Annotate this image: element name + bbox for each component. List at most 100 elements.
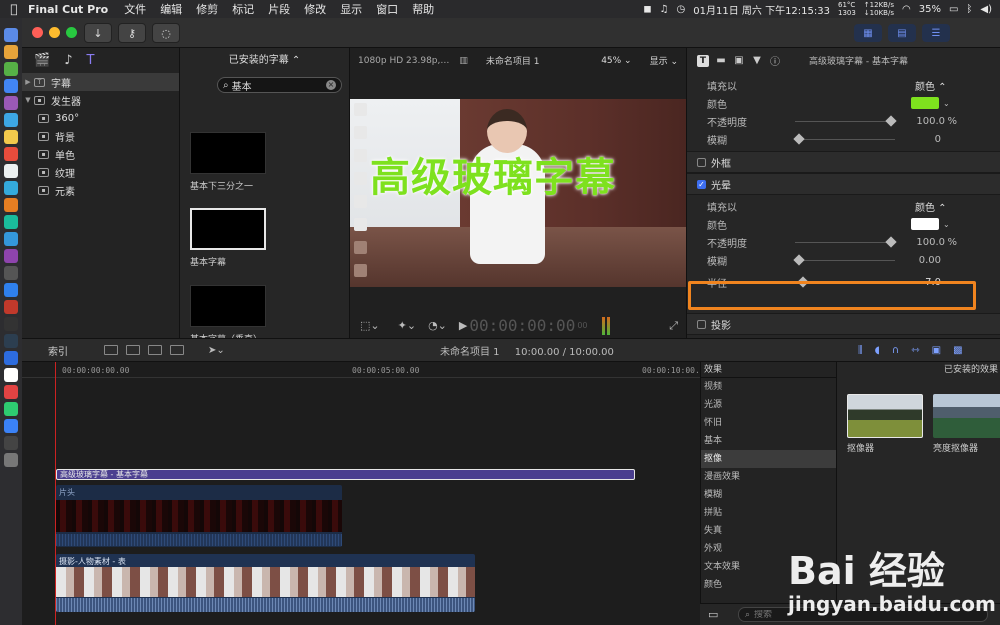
overwrite-icon[interactable] [170,345,184,355]
info-tab-icon[interactable]: ⓘ [769,55,781,68]
slider-knob[interactable] [793,253,805,266]
chrome-icon[interactable] [4,79,18,93]
glow-blur-slider[interactable] [793,253,895,266]
effects-category[interactable]: 怀旧 [701,414,836,432]
glow-section[interactable]: ✓ 光晕 [687,173,1000,195]
timecode[interactable]: 00:00:00:00 [469,316,575,335]
sidebar-item-backgrounds[interactable]: ▪ 背景 [22,127,179,145]
effects-tools-icon[interactable]: ✦⌄ [398,319,416,332]
finalcut-icon[interactable] [4,436,18,450]
face-opacity-value[interactable]: 100.0 [916,116,945,127]
import-button[interactable]: ↓ [84,23,112,43]
clear-search-icon[interactable]: × [326,80,336,90]
video-clip[interactable]: 摄影-人物素材 - 表 [56,554,475,612]
snapping-icon[interactable]: ⇿ [911,345,919,356]
slider-knob[interactable] [793,132,805,145]
headphones-icon[interactable]: ∩ [892,345,899,356]
reminders-icon[interactable] [4,164,18,178]
face-blur-value[interactable]: 0 [935,134,941,145]
title-thumb-basic[interactable] [190,208,266,250]
skimming-icon[interactable]: ⫼ [858,345,863,356]
chevron-down-icon[interactable]: ⌄ [943,220,950,229]
effects-category[interactable]: 漫画效果 [701,468,836,486]
title-thumb-basic-vertical[interactable] [190,285,266,327]
face-color-swatch[interactable] [911,97,939,109]
messages-icon[interactable] [4,181,18,195]
mail-icon[interactable] [4,113,18,127]
volume-icon[interactable]: ◀) [980,4,992,15]
display-menu[interactable]: 显示 ⌄ [650,54,678,67]
effects-category-selected[interactable]: 抠像 [701,450,836,468]
slider-knob[interactable] [885,235,897,248]
glow-checkbox[interactable]: ✓ [697,179,706,189]
shadow-checkbox[interactable] [697,319,706,329]
slider-knob[interactable] [885,114,897,127]
trash-icon[interactable] [4,453,18,467]
menu-help[interactable]: 帮助 [412,1,434,17]
minimize-button[interactable] [49,27,60,38]
zoom-menu[interactable]: 45% ⌄ [601,56,631,66]
shadow-section[interactable]: 投影 [687,313,1000,335]
menu-mark[interactable]: 标记 [232,1,254,17]
menu-window[interactable]: 窗口 [376,1,398,17]
wifi-icon[interactable]: ◠ [902,4,911,15]
menu-view[interactable]: 显示 [340,1,362,17]
glow-blur-value[interactable]: 0.00 [919,255,941,266]
chevron-down-icon[interactable]: ⌄ [943,99,950,108]
keywords-button[interactable]: ⚷ [118,23,146,43]
video-frame[interactable]: 高级玻璃字幕 [350,99,686,287]
menu-edit[interactable]: 编辑 [160,1,182,17]
search-input[interactable] [231,79,320,91]
battery-percent[interactable]: 35% [919,4,941,15]
dictionary-icon[interactable]: ◼ [643,4,651,15]
music-photo-icon[interactable]: ♪ [64,53,72,68]
apple-menu-icon[interactable]:  [0,2,28,16]
text-tab-icon[interactable]: T [697,54,709,67]
appstore-icon[interactable] [4,283,18,297]
background-tasks-button[interactable]: ◌ [152,23,180,43]
bluetooth-icon[interactable]: ᛒ [966,4,972,15]
menu-trim[interactable]: 修剪 [196,1,218,17]
overlay-title-text[interactable]: 高级玻璃字幕 [370,145,616,203]
clip-appearance-icon[interactable]: ▣ [932,345,941,356]
app-icon[interactable] [4,351,18,365]
insert-icon[interactable] [126,345,140,355]
library-toggle-button[interactable]: ▦ [854,24,882,42]
app-icon[interactable] [4,232,18,246]
effects-category[interactable]: 拼贴 [701,504,836,522]
play-icon[interactable]: ▶ [459,319,467,332]
podcasts-icon[interactable] [4,249,18,263]
playhead[interactable] [55,362,56,625]
app-icon[interactable] [4,96,18,110]
sidebar-item-titles[interactable]: ▶ T 字幕 [22,73,179,91]
sidebar-toggle-icon[interactable]: ▭ [708,608,718,621]
calendar-icon[interactable] [4,147,18,161]
fullscreen-icon[interactable]: ⤢ [669,319,678,333]
audio-skim-icon[interactable]: ◖ [875,345,880,356]
disclosure-right-icon[interactable]: ▶ [22,78,34,86]
browser-search[interactable]: ⌕ × [217,77,342,93]
title-clip[interactable]: 高级玻璃字幕 - 基本字幕 [56,469,635,480]
select-tool-icon[interactable]: ➤⌄ [208,345,225,356]
connect-icon[interactable] [104,345,118,355]
close-button[interactable] [32,27,43,38]
finder-icon[interactable] [4,28,18,42]
music-icon[interactable]: ♫ [660,4,669,15]
effects-category[interactable]: 光源 [701,396,836,414]
facetime-icon[interactable] [4,215,18,229]
glow-fill-select[interactable]: 颜色 ⌃ [915,199,947,214]
photos-icon[interactable] [4,198,18,212]
disclosure-down-icon[interactable]: ▼ [22,96,34,104]
inspector-toggle-button[interactable]: ☰ [922,24,950,42]
sidebar-item-solids[interactable]: ▪ 单色 [22,145,179,163]
glow-opacity-slider[interactable] [795,235,897,248]
clapper-icon[interactable]: 🎬 [34,53,50,68]
glow-opacity-value[interactable]: 100.0 [916,237,945,248]
menu-file[interactable]: 文件 [124,1,146,17]
clock-icon[interactable]: ◷ [677,4,686,15]
timeline[interactable]: 00:00:00:00.00 00:00:05:00.00 00:00:10:0… [22,362,705,625]
transform-icon[interactable]: ⬚⌄ [360,319,380,332]
sidebar-item-textures[interactable]: ▪ 纹理 [22,163,179,181]
menu-modify[interactable]: 修改 [304,1,326,17]
app-menu[interactable]: Final Cut Pro [28,3,108,16]
